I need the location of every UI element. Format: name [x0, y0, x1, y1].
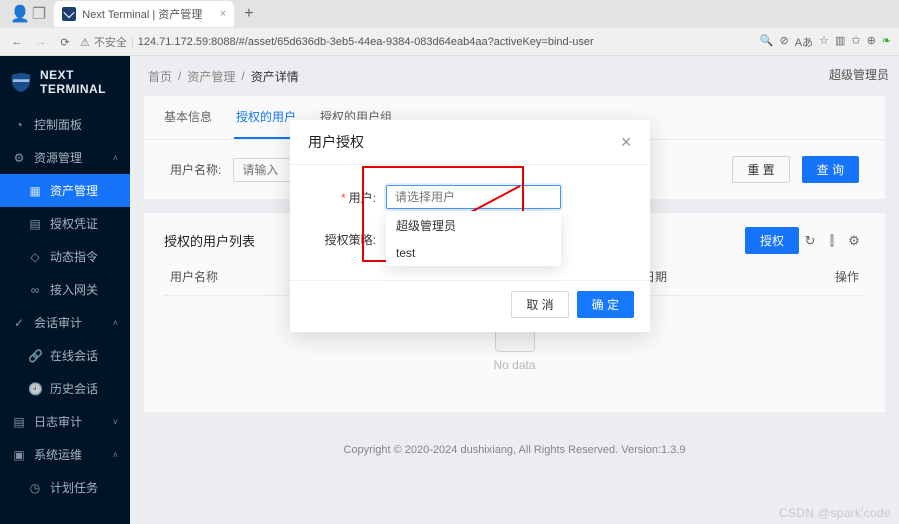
star-icon[interactable]: ☆: [819, 34, 829, 50]
ok-button[interactable]: 确 定: [577, 291, 634, 318]
insecure-icon: ⚠: [80, 36, 90, 49]
policy-label: 授权策略:: [316, 231, 386, 248]
browser-chrome: 👤 ❐ Next Terminal | 资产管理 × + ← → ⟳ ⚠ 不安全…: [0, 0, 899, 56]
browser-tab[interactable]: Next Terminal | 资产管理 ×: [54, 1, 234, 27]
authorize-modal: 用户授权 ✕ 用户: 超级管理员 test 授权策略: 取 消 确 定: [290, 120, 650, 332]
copy-icon[interactable]: ❐: [32, 4, 46, 24]
bookmark-icon[interactable]: ⊘: [780, 34, 789, 50]
url-text: 124.71.172.59:8088/#/asset/65d636db-3eb5…: [138, 36, 594, 48]
reload-icon[interactable]: ⟳: [56, 36, 74, 49]
ext-icon[interactable]: ⊕: [867, 34, 876, 50]
back-icon[interactable]: ←: [8, 36, 26, 48]
toolbar-icons: 🔍 ⊘ Aあ ☆ ▥ ✩ ⊕ ❧: [760, 34, 891, 50]
cancel-button[interactable]: 取 消: [511, 291, 568, 318]
insecure-label: 不安全: [94, 34, 127, 50]
leaf-icon[interactable]: ❧: [882, 34, 891, 50]
person-icon: 👤: [10, 4, 30, 24]
window-buttons: 👤 ❐: [4, 4, 52, 24]
option-admin[interactable]: 超级管理员: [386, 211, 561, 240]
row-user: 用户: 超级管理员 test: [316, 185, 624, 209]
font-icon[interactable]: Aあ: [795, 34, 813, 50]
modal-body: 用户: 超级管理员 test 授权策略:: [290, 165, 650, 280]
user-select[interactable]: [386, 185, 561, 209]
address-bar: ← → ⟳ ⚠ 不安全 | 124.71.172.59:8088/#/asset…: [0, 28, 899, 56]
reader-icon[interactable]: ▥: [835, 34, 845, 50]
option-test[interactable]: test: [386, 240, 561, 266]
user-label: 用户:: [316, 189, 386, 206]
tab-title: Next Terminal | 资产管理: [82, 6, 202, 22]
forward-icon[interactable]: →: [32, 36, 50, 48]
favicon-icon: [62, 7, 76, 21]
new-tab-button[interactable]: +: [236, 5, 261, 23]
fav-icon[interactable]: ✩: [851, 34, 860, 50]
modal-title-bar: 用户授权 ✕: [290, 120, 650, 165]
close-tab-icon[interactable]: ×: [220, 8, 226, 20]
watermark: CSDN @spark'code: [779, 506, 891, 520]
modal-title: 用户授权: [308, 132, 364, 152]
tab-bar: 👤 ❐ Next Terminal | 资产管理 × +: [0, 0, 899, 28]
search-icon[interactable]: 🔍: [760, 34, 774, 50]
modal-footer: 取 消 确 定: [290, 280, 650, 332]
address-field[interactable]: ⚠ 不安全 | 124.71.172.59:8088/#/asset/65d63…: [80, 34, 754, 50]
user-dropdown: 超级管理员 test: [386, 211, 561, 266]
close-icon[interactable]: ✕: [620, 134, 632, 151]
